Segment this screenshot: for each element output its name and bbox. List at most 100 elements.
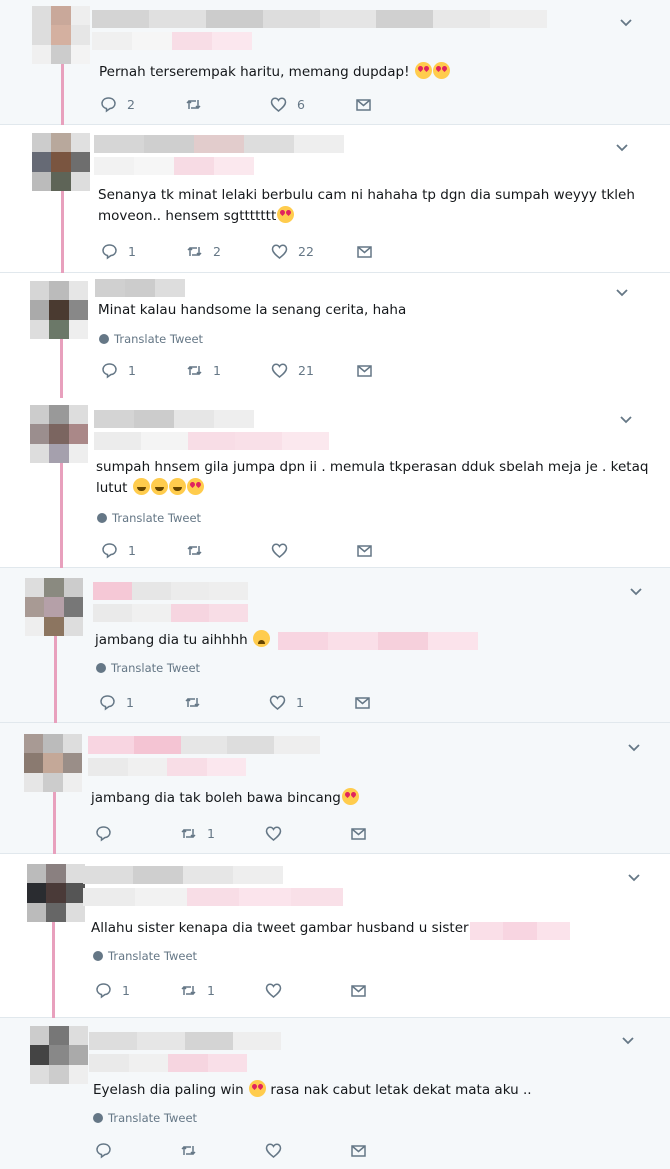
user-handle[interactable] (93, 604, 248, 622)
avatar[interactable] (32, 6, 90, 64)
tweet-actions: 1 1 (95, 982, 435, 999)
chevron-down-icon[interactable] (618, 14, 634, 30)
tweet-actions: 1 (101, 542, 441, 559)
reply-button[interactable]: 2 (100, 96, 185, 113)
like-button[interactable]: 22 (271, 243, 356, 260)
user-name[interactable] (89, 1032, 281, 1050)
user-name[interactable] (88, 736, 321, 754)
laughing-emoji (168, 478, 186, 495)
translate-link[interactable]: Translate Tweet (99, 332, 203, 346)
user-name[interactable] (94, 135, 344, 153)
reply-icon (100, 695, 115, 711)
like-button[interactable]: 6 (270, 96, 355, 113)
retweet-button[interactable]: 1 (186, 362, 271, 379)
tweet[interactable]: Minat kalau handsome la senang cerita, h… (0, 273, 670, 398)
retweet-icon (185, 697, 200, 708)
dm-button[interactable] (350, 1142, 435, 1159)
reply-button[interactable] (95, 1142, 180, 1159)
tweet[interactable]: Pernah terserempak haritu, memang dupdap… (0, 0, 670, 125)
chevron-down-icon[interactable] (614, 284, 630, 300)
chevron-down-icon[interactable] (614, 139, 630, 155)
avatar[interactable] (32, 133, 90, 191)
user-handle[interactable] (94, 432, 329, 450)
user-handle[interactable] (83, 888, 343, 906)
avatar[interactable] (25, 578, 83, 636)
dm-button[interactable] (350, 982, 435, 999)
user-handle[interactable] (89, 1054, 247, 1072)
like-icon (265, 826, 282, 841)
dm-icon (351, 1145, 366, 1157)
user-handle[interactable] (88, 758, 246, 776)
reply-icon (102, 543, 117, 559)
dm-button[interactable] (356, 243, 441, 260)
user-handle[interactable] (94, 157, 254, 175)
reply-button[interactable] (95, 825, 180, 842)
reply-button[interactable]: 1 (101, 362, 186, 379)
retweet-button[interactable] (185, 96, 270, 113)
tweet-actions: 1 1 21 (101, 362, 441, 379)
user-name[interactable] (92, 10, 547, 28)
heart-eyes-emoji (249, 1080, 267, 1097)
tweet-actions: 1 2 22 (101, 243, 441, 260)
like-button[interactable] (271, 542, 356, 559)
retweet-button[interactable] (186, 542, 271, 559)
user-name[interactable] (83, 866, 283, 884)
tweet[interactable]: sumpah hnsem gila jumpa dpn ii . memula … (0, 398, 670, 568)
reply-button[interactable]: 1 (99, 694, 184, 711)
like-button[interactable]: 21 (271, 362, 356, 379)
chevron-down-icon[interactable] (618, 411, 634, 427)
chevron-down-icon[interactable] (620, 1032, 636, 1048)
chevron-down-icon[interactable] (626, 739, 642, 755)
like-button[interactable]: 1 (269, 694, 354, 711)
tweet[interactable]: jambang dia tak boleh bawa bincang 1 (0, 723, 670, 854)
avatar[interactable] (27, 864, 85, 922)
translate-link[interactable]: Translate Tweet (93, 949, 197, 963)
tweet[interactable]: Eyelash dia paling win rasa nak cabut le… (0, 1018, 670, 1169)
globe-icon (97, 513, 107, 523)
retweet-button[interactable] (184, 694, 269, 711)
heart-eyes-emoji (186, 478, 204, 495)
user-handle[interactable] (92, 32, 252, 50)
translate-link[interactable]: Translate Tweet (96, 661, 200, 675)
retweet-icon (187, 365, 202, 376)
avatar[interactable] (30, 405, 88, 463)
retweet-button[interactable] (180, 1142, 265, 1159)
chevron-down-icon[interactable] (628, 583, 644, 599)
user-name[interactable] (93, 582, 248, 600)
like-icon (271, 244, 288, 259)
retweet-button[interactable]: 1 (180, 982, 265, 999)
like-button[interactable] (265, 982, 350, 999)
thread-line (53, 792, 56, 854)
dm-button[interactable] (356, 362, 441, 379)
dm-button[interactable] (356, 542, 441, 559)
reply-button[interactable]: 1 (101, 243, 186, 260)
mention-handle[interactable] (470, 922, 570, 940)
reply-icon (96, 983, 111, 999)
thread-line (60, 339, 63, 398)
reply-button[interactable]: 1 (101, 542, 186, 559)
reply-icon (96, 826, 111, 842)
dm-button[interactable] (350, 825, 435, 842)
thread-line (54, 636, 57, 723)
tweet[interactable]: jambang dia tu aihhhh Translate Tweet 1 … (0, 568, 670, 723)
avatar[interactable] (30, 1026, 88, 1084)
reply-button[interactable]: 1 (95, 982, 180, 999)
dm-button[interactable] (355, 96, 440, 113)
user-name[interactable] (94, 410, 254, 428)
like-button[interactable] (265, 825, 350, 842)
retweet-button[interactable]: 2 (186, 243, 271, 260)
retweet-icon (186, 99, 201, 110)
mention-handle[interactable] (278, 632, 478, 650)
chevron-down-icon[interactable] (626, 869, 642, 885)
tweet-actions (95, 1142, 435, 1159)
avatar[interactable] (30, 281, 88, 339)
like-button[interactable] (265, 1142, 350, 1159)
translate-link[interactable]: Translate Tweet (97, 511, 201, 525)
tweet[interactable]: Allahu sister kenapa dia tweet gambar hu… (0, 854, 670, 1018)
translate-link[interactable]: Translate Tweet (93, 1111, 197, 1125)
retweet-button[interactable]: 1 (180, 825, 265, 842)
user-name[interactable] (95, 279, 185, 297)
dm-button[interactable] (354, 694, 439, 711)
tweet[interactable]: Senanya tk minat lelaki berbulu cam ni h… (0, 125, 670, 273)
avatar[interactable] (24, 734, 82, 792)
